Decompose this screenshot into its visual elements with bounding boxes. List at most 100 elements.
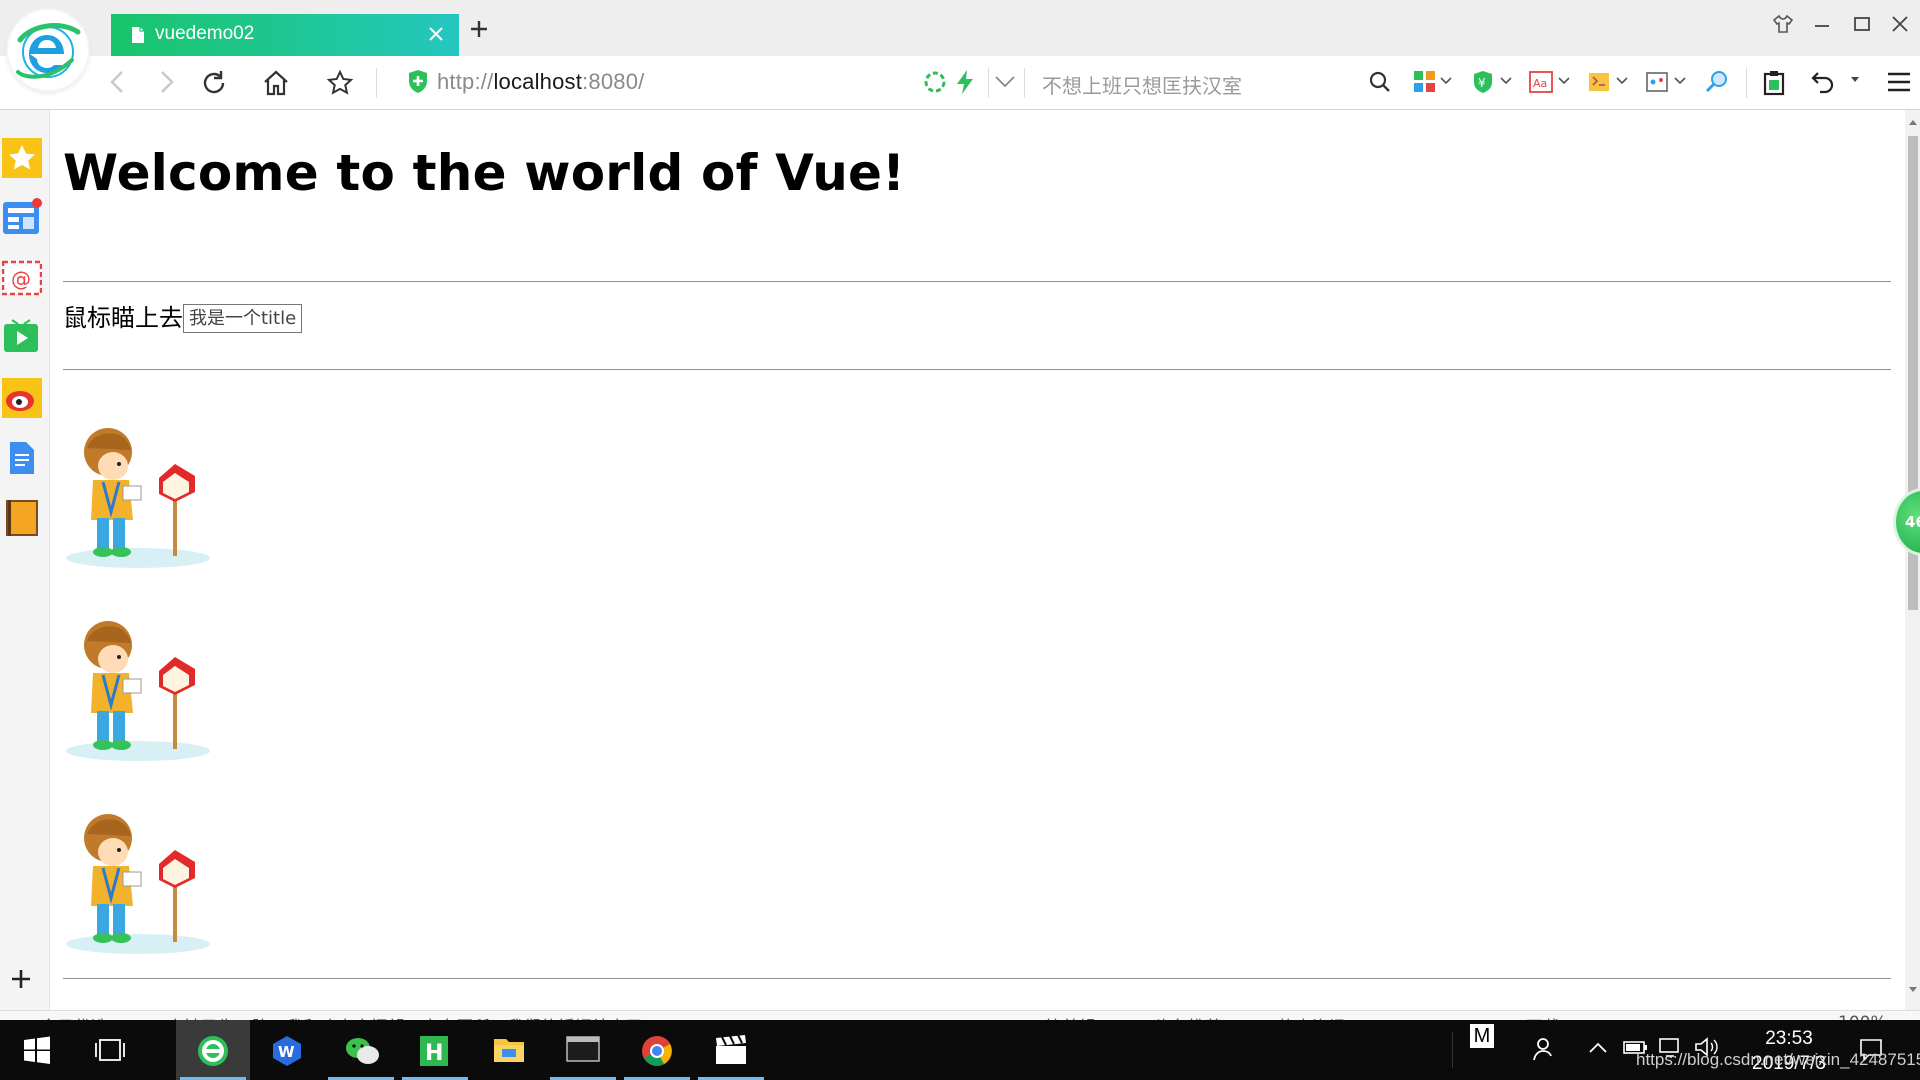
- vertical-scrollbar[interactable]: [1905, 110, 1920, 1010]
- taskbar-app-explorer[interactable]: [472, 1020, 546, 1080]
- taskbar-app-chrome[interactable]: [620, 1020, 694, 1080]
- window-close-icon[interactable]: [1890, 14, 1910, 34]
- chevron-down-icon[interactable]: [1674, 76, 1686, 86]
- taskbar-app-video-editor[interactable]: [694, 1020, 768, 1080]
- browser-window: vuedemo02 http://localhost:8080/ 不想上班只想匡…: [0, 0, 1920, 1080]
- task-view-button[interactable]: [74, 1020, 148, 1080]
- document-icon[interactable]: [2, 438, 42, 478]
- taskbar-app-wps[interactable]: W: [250, 1020, 324, 1080]
- back-icon[interactable]: [106, 69, 130, 95]
- browser-logo[interactable]: [8, 10, 88, 90]
- taskbar-app-hbuilder[interactable]: H: [398, 1020, 472, 1080]
- favorites-star-icon[interactable]: [2, 138, 42, 178]
- clipboard-icon[interactable]: [1762, 69, 1786, 97]
- translate-icon[interactable]: Aa: [1528, 69, 1554, 95]
- new-tab-icon[interactable]: [470, 20, 488, 38]
- page-icon: [132, 27, 144, 43]
- toolbar-divider: [1024, 68, 1025, 98]
- svg-text:H: H: [425, 1041, 443, 1066]
- toolbar-divider: [376, 68, 377, 98]
- payment-shield-icon[interactable]: ¥: [1470, 69, 1496, 95]
- terminal-icon: [566, 1036, 600, 1062]
- address-bar[interactable]: http://localhost:8080/: [437, 69, 644, 95]
- tab-vuedemo02[interactable]: vuedemo02: [111, 14, 459, 56]
- ie-logo-icon: [16, 23, 81, 79]
- minimize-icon[interactable]: [1812, 14, 1832, 34]
- screenshot-icon[interactable]: [1586, 69, 1612, 95]
- ime-indicator[interactable]: M: [1470, 1024, 1494, 1048]
- wechat-icon: [346, 1038, 379, 1064]
- video-icon[interactable]: [2, 318, 42, 358]
- maximize-icon[interactable]: [1852, 14, 1872, 34]
- undo-icon[interactable]: [1810, 69, 1836, 95]
- chevron-down-icon[interactable]: [1500, 76, 1512, 86]
- svg-text:¥: ¥: [1478, 76, 1486, 90]
- task-view-icon: [95, 1039, 125, 1061]
- url-dropdown-icon[interactable]: [994, 73, 1016, 91]
- divider: [63, 978, 1891, 979]
- url-host: localhost: [493, 69, 583, 94]
- search-input[interactable]: 不想上班只想匡扶汉室: [1042, 70, 1242, 99]
- add-sidebar-icon[interactable]: [10, 968, 32, 990]
- games-icon[interactable]: [1644, 69, 1670, 95]
- svg-text:@: @: [11, 267, 31, 291]
- windows-taskbar: W H M 23:53 2019/7/3: [0, 1020, 1920, 1080]
- clapperboard-icon: [716, 1034, 746, 1064]
- close-icon[interactable]: [427, 25, 445, 43]
- start-button[interactable]: [0, 1020, 74, 1080]
- forward-icon[interactable]: [154, 69, 178, 95]
- tab-strip: vuedemo02: [0, 0, 1920, 56]
- url-scheme: http://: [437, 69, 494, 94]
- taskbar-app-360-browser[interactable]: [176, 1020, 250, 1080]
- taskbar-app-terminal[interactable]: [546, 1020, 620, 1080]
- folder-icon: [494, 1039, 524, 1062]
- hover-target-text[interactable]: 鼠标瞄上去: [63, 298, 183, 333]
- chevron-up-icon[interactable]: [1588, 1040, 1608, 1054]
- menu-icon[interactable]: [1886, 69, 1912, 95]
- zoom-search-icon[interactable]: [1704, 69, 1730, 95]
- speed-mode-icon[interactable]: [922, 69, 948, 95]
- favorite-star-icon[interactable]: [326, 69, 354, 97]
- taskbar-app-wechat[interactable]: [324, 1020, 398, 1080]
- weibo-icon[interactable]: [2, 378, 42, 418]
- clock-time: 23:53: [1765, 1028, 1813, 1049]
- home-icon[interactable]: [262, 69, 290, 97]
- tab-title: vuedemo02: [155, 23, 255, 44]
- people-icon[interactable]: [1532, 1036, 1558, 1062]
- svg-text:Aa: Aa: [1533, 77, 1547, 90]
- chevron-down-icon[interactable]: [1440, 76, 1452, 86]
- skin-icon[interactable]: [1772, 14, 1794, 34]
- svg-text:W: W: [278, 1043, 295, 1061]
- cartoon-image: [66, 621, 210, 761]
- windows-start-icon: [24, 1036, 50, 1064]
- toolbar-divider: [1746, 68, 1747, 98]
- chevron-down-icon[interactable]: [1558, 76, 1570, 86]
- blog-watermark: https://blog.csdn.net/weixin_42487515: [1636, 1050, 1920, 1069]
- cartoon-image: [66, 814, 210, 954]
- scroll-down-icon[interactable]: [1908, 986, 1918, 994]
- browser-app-icon: [198, 1036, 228, 1066]
- lightning-icon[interactable]: [954, 69, 976, 95]
- divider: [63, 281, 1891, 282]
- title-tooltip: 我是一个title: [183, 304, 303, 333]
- hbuilder-icon: H: [420, 1036, 448, 1066]
- caret-down-icon[interactable]: [1850, 76, 1860, 84]
- mail-icon[interactable]: @: [2, 258, 42, 298]
- security-shield-icon[interactable]: [406, 68, 430, 96]
- navigation-toolbar: http://localhost:8080/ 不想上班只想匡扶汉室 ¥ Aa: [0, 56, 1920, 110]
- search-icon[interactable]: [1368, 69, 1392, 95]
- left-sidebar: @: [0, 110, 50, 1010]
- chrome-icon: [642, 1036, 672, 1066]
- url-port: :8080/: [582, 69, 645, 94]
- book-icon[interactable]: [2, 498, 42, 538]
- page-title: Welcome to the world of Vue!: [63, 144, 906, 202]
- divider: [63, 369, 1891, 370]
- wps-icon: W: [273, 1036, 301, 1066]
- scroll-up-icon[interactable]: [1908, 118, 1918, 126]
- news-icon[interactable]: [2, 198, 42, 238]
- cartoon-image: [66, 428, 210, 568]
- chevron-down-icon[interactable]: [1616, 76, 1628, 86]
- apps-icon[interactable]: [1412, 69, 1438, 95]
- badge-value: 46: [1905, 513, 1920, 531]
- refresh-icon[interactable]: [200, 69, 228, 97]
